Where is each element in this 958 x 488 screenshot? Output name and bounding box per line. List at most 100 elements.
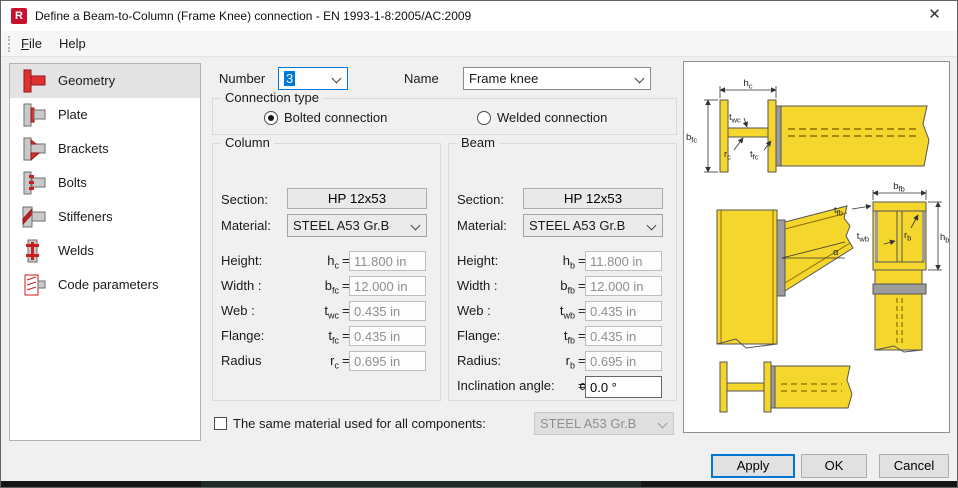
column-radius-input [349, 351, 426, 371]
number-label: Number [219, 71, 266, 86]
column-height-row: Height: hc = [213, 251, 440, 273]
flange-label: Flange: [221, 328, 265, 343]
dim-twc-label: twc [729, 112, 741, 125]
number-combobox[interactable]: 3 [278, 67, 348, 90]
dim-bfb-label: bfb [893, 181, 905, 194]
dim-alpha-label: α [833, 247, 839, 258]
column-width-input [349, 276, 426, 296]
sidebar-item-brackets[interactable]: Brackets [10, 132, 200, 166]
name-label: Name [404, 71, 439, 86]
dim-tfb-label: tfb [834, 205, 843, 218]
sidebar-item-label: Welds [58, 243, 94, 258]
cancel-button[interactable]: Cancel [879, 454, 949, 478]
beam-radius-input [585, 351, 662, 371]
height-label: Height: [457, 253, 499, 268]
beam-material-combobox[interactable]: STEEL A53 Gr.B [523, 214, 663, 237]
dialog-window: R Define a Beam-to-Column (Frame Knee) c… [0, 0, 958, 488]
column-height-input [349, 251, 426, 271]
column-material-label: Material: [221, 218, 271, 233]
name-value: Frame knee [469, 71, 539, 86]
chevron-down-icon[interactable] [646, 220, 657, 231]
column-section-button[interactable]: HP 12x53 [287, 188, 427, 209]
bolted-connection-radio[interactable] [264, 111, 278, 125]
stiffeners-icon [22, 206, 46, 228]
sidebar-item-label: Plate [58, 107, 88, 122]
apply-button[interactable]: Apply [711, 454, 795, 478]
column-legend: Column [221, 135, 274, 151]
column-group: Column Section: HP 12x53 Material: STEEL… [212, 135, 441, 401]
same-material-value: STEEL A53 Gr.B [540, 416, 637, 431]
column-web-input [349, 301, 426, 321]
chevron-down-icon[interactable] [410, 220, 421, 231]
chevron-down-icon[interactable] [331, 73, 342, 84]
beam-flange-input [585, 326, 662, 346]
bolts-icon [23, 171, 46, 195]
sidebar-item-label: Brackets [58, 141, 109, 156]
web-label: Web : [457, 303, 491, 318]
beam-width-row: Width : bfb = [449, 276, 676, 298]
beam-height-row: Height: hb = [449, 251, 676, 273]
flange-symbol: tfb [563, 328, 575, 346]
dim-hc-label: hc [743, 78, 752, 91]
column-section-label: Section: [221, 192, 268, 207]
web-symbol: twc [324, 303, 339, 321]
beam-material-label: Material: [457, 218, 507, 233]
beam-section-label: Section: [457, 192, 504, 207]
beam-radius-row: Radius: rb = [449, 351, 676, 373]
code-parameters-icon [24, 274, 46, 296]
beam-material-value: STEEL A53 Gr.B [529, 218, 626, 233]
sidebar-item-geometry[interactable]: Geometry [10, 64, 200, 98]
close-icon[interactable]: ✕ [912, 1, 957, 31]
taskbar-strip [1, 481, 957, 487]
dim-tfc-label: tfc [750, 149, 759, 162]
column-material-combobox[interactable]: STEEL A53 Gr.B [287, 214, 427, 237]
column-flange-row: Flange: tfc = [213, 326, 440, 348]
title-bar[interactable]: R Define a Beam-to-Column (Frame Knee) c… [1, 1, 957, 31]
beam-group: Beam Section: HP 12x53 Material: STEEL A… [448, 135, 677, 401]
height-symbol: hb [562, 253, 575, 271]
sidebar-item-stiffeners[interactable]: Stiffeners [10, 200, 200, 234]
column-material-value: STEEL A53 Gr.B [293, 218, 390, 233]
sidebar-item-plate[interactable]: Plate [10, 98, 200, 132]
same-material-checkbox[interactable] [214, 417, 227, 430]
welded-connection-radio[interactable] [477, 111, 491, 125]
menu-help[interactable]: Help [53, 31, 92, 56]
bolted-connection-label[interactable]: Bolted connection [284, 110, 387, 125]
radius-label: Radius [221, 353, 262, 368]
menu-file[interactable]: File [15, 31, 48, 56]
name-combobox[interactable]: Frame knee [463, 67, 651, 90]
chevron-down-icon[interactable] [634, 73, 645, 84]
beam-web-row: Web : twb = [449, 301, 676, 323]
dim-twb-label: twb [857, 231, 869, 244]
connection-diagram-panel: hc bfc twc rc tfc α bfb tfb twb rb h [683, 61, 950, 433]
sidebar-item-welds[interactable]: Welds [10, 234, 200, 268]
inclination-angle-label: Inclination angle: [457, 378, 555, 393]
sidebar-item-label: Code parameters [58, 277, 159, 292]
beam-height-input [585, 251, 662, 271]
sidebar-item-code-parameters[interactable]: Code parameters [10, 268, 200, 302]
connection-type-legend: Connection type [221, 90, 323, 106]
ok-button[interactable]: OK [801, 454, 867, 478]
dim-bfc-label: bfc [686, 132, 697, 145]
sidebar-item-label: Geometry [58, 73, 116, 88]
flange-label: Flange: [457, 328, 501, 343]
connection-diagram: hc bfc twc rc tfc α bfb tfb twb rb h [686, 78, 949, 413]
sidebar-item-bolts[interactable]: Bolts [10, 166, 200, 200]
beam-section-button[interactable]: HP 12x53 [523, 188, 663, 209]
brackets-icon [23, 137, 46, 162]
radius-symbol: rb [565, 353, 575, 371]
beam-web-input [585, 301, 662, 321]
inclination-angle-input[interactable] [585, 376, 662, 398]
welded-connection-label[interactable]: Welded connection [497, 110, 607, 125]
beam-inclination-row: Inclination angle: α = [449, 376, 676, 398]
same-material-combobox: STEEL A53 Gr.B [534, 412, 674, 435]
column-web-row: Web : twc = [213, 301, 440, 323]
flange-symbol: tfc [328, 328, 339, 346]
geometry-icon [23, 69, 46, 93]
category-sidebar: Geometry Plate Brackets Bolts Stiffeners… [9, 63, 201, 441]
window-title: Define a Beam-to-Column (Frame Knee) con… [35, 9, 472, 23]
width-symbol: bfc [324, 278, 339, 296]
width-label: Width : [221, 278, 262, 293]
beam-legend: Beam [457, 135, 499, 151]
height-symbol: hc [327, 253, 339, 271]
